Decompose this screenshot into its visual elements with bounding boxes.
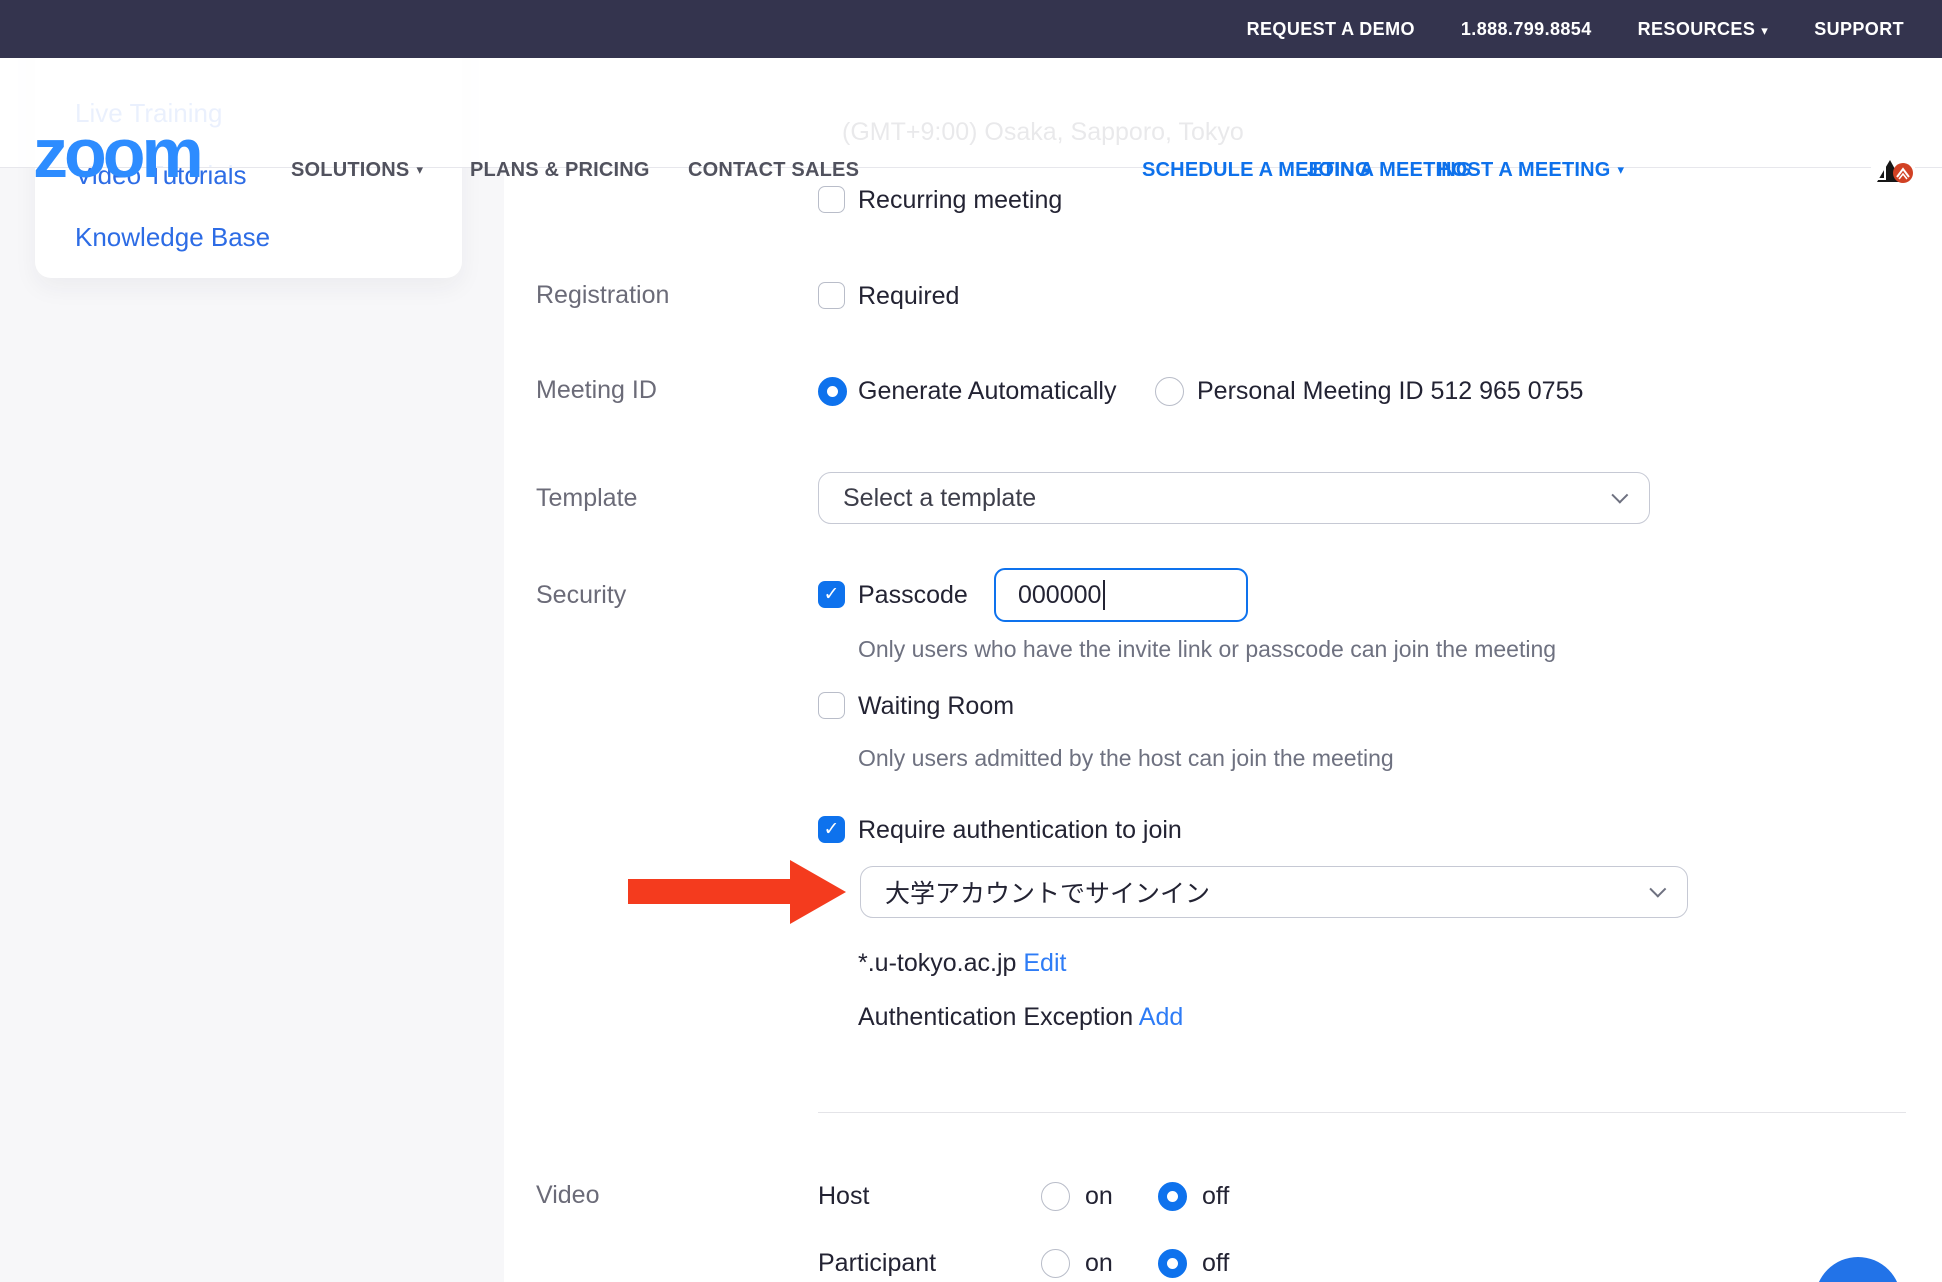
template-select-value: Select a template (843, 484, 1611, 513)
auth-domain-row: *.u-tokyo.ac.jp Edit (858, 948, 1066, 978)
text-cursor (1103, 580, 1105, 610)
nav-host-a-meeting[interactable]: HOST A MEETING ▾ (1437, 159, 1624, 182)
chevron-down-icon: ▾ (416, 162, 423, 177)
registration-required-label: Required (858, 281, 959, 311)
require-authentication-label: Require authentication to join (858, 815, 1182, 845)
passcode-label: Passcode (858, 580, 968, 610)
personal-meeting-id-label: Personal Meeting ID 512 965 0755 (1197, 376, 1583, 406)
nav-plans-pricing[interactable]: PLANS & PRICING (470, 159, 650, 182)
participant-video-on-radio[interactable] (1041, 1249, 1070, 1278)
chevron-down-icon: ▾ (1618, 162, 1625, 177)
red-arrow-head (790, 860, 846, 924)
video-host-label: Host (818, 1181, 869, 1211)
recurring-meeting-checkbox[interactable] (818, 186, 845, 213)
host-video-off-radio[interactable] (1158, 1182, 1187, 1211)
recurring-meeting-label: Recurring meeting (858, 185, 1062, 215)
waiting-room-help-text: Only users admitted by the host can join… (858, 745, 1394, 772)
generate-automatically-radio[interactable] (818, 377, 847, 406)
auth-domain-edit-link[interactable]: Edit (1023, 949, 1066, 977)
participant-video-off-radio[interactable] (1158, 1249, 1187, 1278)
video-participant-label: Participant (818, 1248, 936, 1278)
passcode-input-value: 000000 (1018, 581, 1101, 610)
meeting-id-label: Meeting ID (536, 376, 657, 405)
zoom-logo[interactable]: zoom (33, 118, 200, 188)
personal-meeting-id-radio[interactable] (1155, 377, 1184, 406)
passcode-help-text: Only users who have the invite link or p… (858, 636, 1556, 663)
zoom-schedule-meeting-page: (GMT+9:00) Osaka, Sapporo, Tokyo Live Tr… (0, 0, 1942, 1282)
video-label: Video (536, 1181, 600, 1210)
registration-label: Registration (536, 281, 669, 310)
auth-exception-label: Authentication Exception (858, 1003, 1133, 1031)
nav-contact-sales[interactable]: CONTACT SALES (688, 159, 859, 182)
security-label: Security (536, 581, 626, 610)
require-authentication-checkbox[interactable]: ✓ (818, 816, 845, 843)
host-video-on-label: on (1085, 1181, 1113, 1211)
nav-solutions[interactable]: SOLUTIONS ▾ (291, 159, 423, 182)
resources-label: RESOURCES (1638, 19, 1756, 39)
waiting-room-checkbox[interactable] (818, 692, 845, 719)
chevron-down-icon (1611, 487, 1628, 504)
template-label: Template (536, 484, 637, 513)
chevron-down-icon: ▾ (1761, 23, 1768, 38)
resources-menu[interactable]: RESOURCES ▾ (1638, 19, 1769, 40)
check-icon: ✓ (819, 582, 844, 608)
participant-video-on-label: on (1085, 1248, 1113, 1278)
passcode-checkbox[interactable]: ✓ (818, 581, 845, 608)
solutions-label: SOLUTIONS (291, 159, 409, 181)
check-icon: ✓ (819, 817, 844, 843)
profile-avatar[interactable] (1871, 158, 1915, 184)
host-video-on-radio[interactable] (1041, 1182, 1070, 1211)
authentication-method-value: 大学アカウントでサインイン (885, 874, 1649, 910)
avatar-image (1871, 158, 1915, 184)
authentication-method-select[interactable]: 大学アカウントでサインイン (860, 866, 1688, 918)
participant-video-off-label: off (1202, 1248, 1229, 1278)
utility-topbar: REQUEST A DEMO 1.888.799.8854 RESOURCES ▾… (0, 0, 1942, 58)
auth-exception-add-link[interactable]: Add (1139, 1003, 1183, 1031)
phone-number-link[interactable]: 1.888.799.8854 (1461, 19, 1592, 40)
registration-required-checkbox[interactable] (818, 282, 845, 309)
template-select[interactable]: Select a template (818, 472, 1650, 524)
auth-domain-value: *.u-tokyo.ac.jp (858, 949, 1016, 977)
main-navbar: zoom SOLUTIONS▾ PLANS & PRICING CONTACT … (0, 58, 1942, 168)
support-link[interactable]: SUPPORT (1814, 19, 1904, 40)
host-a-meeting-label: HOST A MEETING (1437, 159, 1611, 181)
sidebar-item-knowledge-base[interactable]: Knowledge Base (75, 222, 270, 253)
help-chat-button[interactable] (1815, 1257, 1901, 1282)
chevron-down-icon (1649, 881, 1666, 898)
generate-automatically-label: Generate Automatically (858, 376, 1116, 406)
waiting-room-label: Waiting Room (858, 691, 1014, 721)
request-a-demo-link[interactable]: REQUEST A DEMO (1247, 19, 1415, 40)
section-divider (818, 1112, 1906, 1113)
host-video-off-label: off (1202, 1181, 1229, 1211)
passcode-input[interactable]: 000000 (994, 568, 1248, 622)
red-arrow-shaft (628, 879, 790, 904)
auth-exception-row: Authentication Exception Add (858, 1002, 1183, 1032)
